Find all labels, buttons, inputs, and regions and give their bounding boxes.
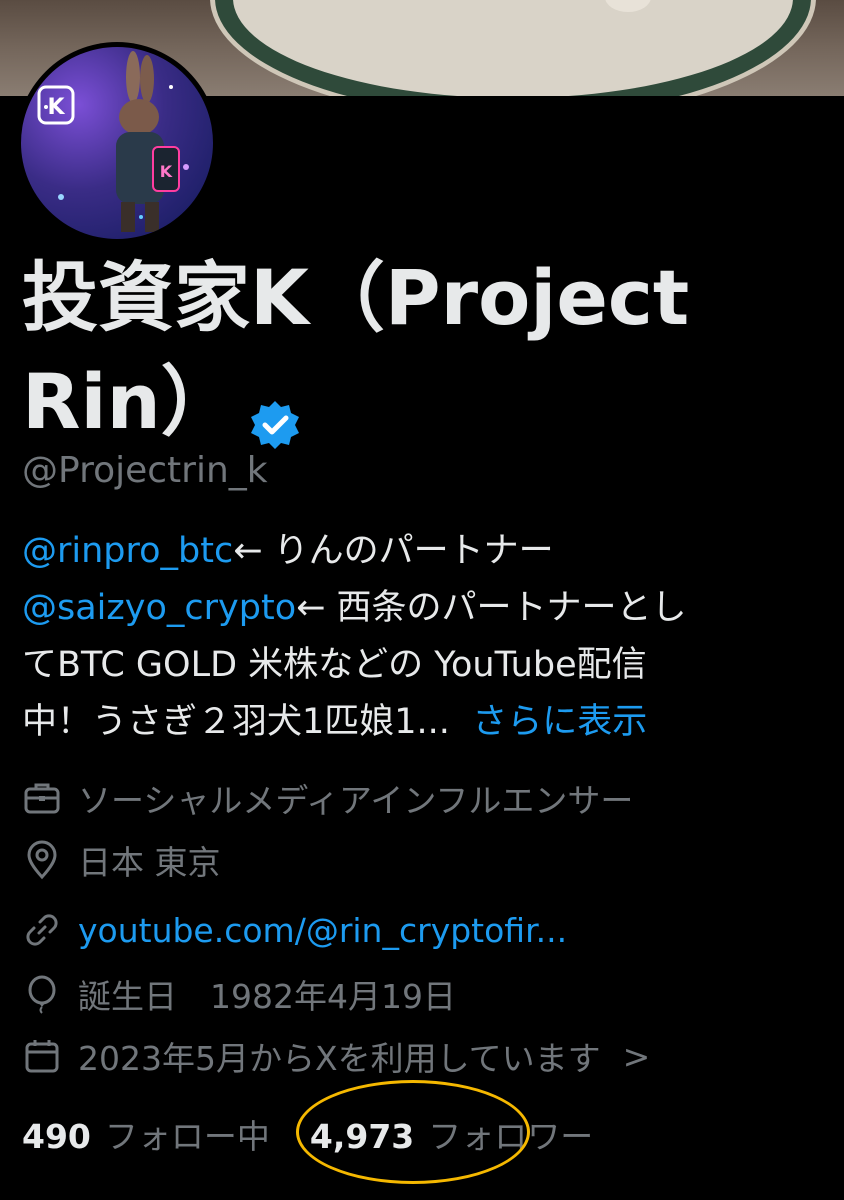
profile-bio: @rinpro_btc← りんのパートナー @saizyo_crypto← 西条…: [22, 523, 822, 751]
avatar[interactable]: K K: [16, 42, 218, 244]
user-handle: @Projectrin_k: [22, 450, 268, 491]
avatar-badge-letter: K: [47, 95, 65, 120]
avatar-image: K K: [21, 47, 213, 239]
bio-text-4: 中！うさぎ２羽犬1匹娘1...: [22, 702, 450, 742]
banner-plate-image: [215, 0, 811, 96]
following-stat[interactable]: 490 フォロー中: [22, 1110, 270, 1158]
following-label: フォロー中: [104, 1117, 270, 1156]
display-name: 投資家K（Project Rin）: [22, 246, 802, 454]
profile-url-link[interactable]: youtube.com/@rin_cryptofir...: [78, 911, 567, 950]
bio-mention-rinpro[interactable]: @rinpro_btc: [22, 531, 233, 571]
balloon-icon: [28, 975, 56, 1014]
verified-badge-icon[interactable]: [249, 373, 301, 449]
chevron-right-icon[interactable]: >: [623, 1037, 651, 1076]
category-text: ソーシャルメディアインフルエンサー: [78, 781, 634, 820]
location-pin-icon: [27, 840, 57, 880]
meta-category: ソーシャルメディアインフルエンサー: [22, 778, 633, 820]
highlight-ellipse-annotation: [296, 1080, 530, 1184]
bio-text-1: ← りんのパートナー: [233, 531, 554, 571]
location-text: 日本 東京: [78, 843, 221, 882]
svg-text:K: K: [160, 162, 173, 181]
calendar-icon: [25, 1040, 59, 1073]
display-name-line2: Rin）: [22, 357, 237, 446]
following-count: 490: [22, 1117, 91, 1156]
show-more-link[interactable]: さらに表示: [472, 702, 647, 742]
link-icon: [26, 914, 58, 946]
meta-joined[interactable]: 2023年5月からXを利用しています >: [22, 1036, 651, 1078]
bio-text-3: てBTC GOLD 米株などの YouTube配信: [22, 645, 647, 685]
meta-location: 日本 東京: [22, 840, 221, 882]
briefcase-icon: [24, 783, 60, 814]
bio-mention-saizyo[interactable]: @saizyo_crypto: [22, 588, 296, 628]
birthday-text: 誕生日 1982年4月19日: [78, 977, 456, 1016]
joined-text: 2023年5月からXを利用しています: [78, 1039, 601, 1078]
display-name-line1: 投資家K（Project: [22, 253, 690, 342]
meta-birthday: 誕生日 1982年4月19日: [22, 974, 456, 1016]
bio-text-2: ← 西条のパートナーとし: [296, 588, 687, 628]
meta-url[interactable]: youtube.com/@rin_cryptofir...: [22, 910, 567, 950]
